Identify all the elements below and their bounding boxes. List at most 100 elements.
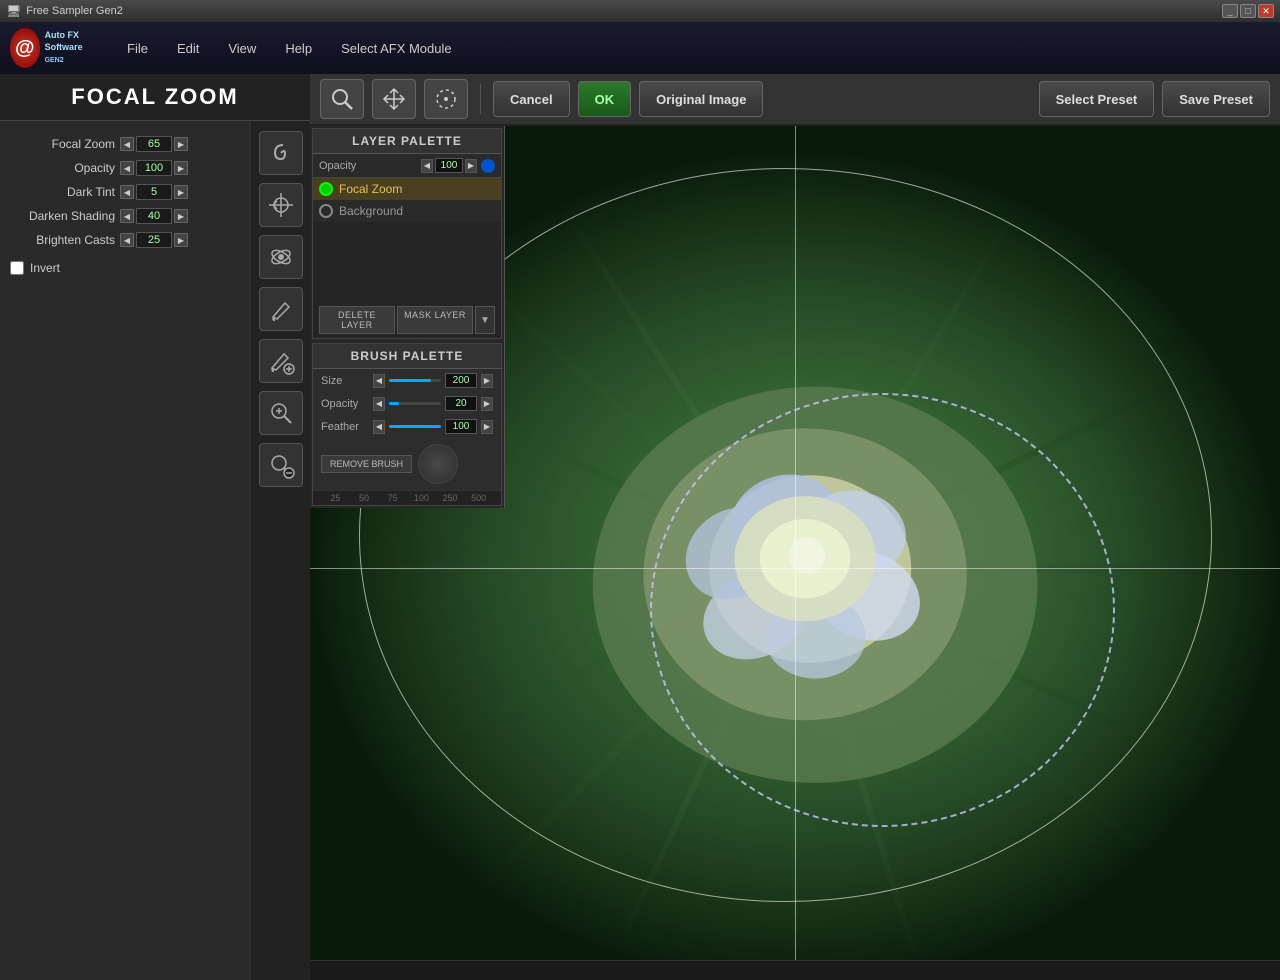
brush-size-increment[interactable]: ▶ (481, 374, 493, 388)
menu-file[interactable]: File (115, 36, 160, 61)
opacity-ctrl: ◀ 100 ▶ (120, 160, 188, 176)
remove-brush-row: REMOVE BRUSH (313, 438, 501, 490)
opacity-label: Opacity (10, 161, 115, 175)
focal-zoom-value: 65 (136, 136, 172, 152)
delete-layer-button[interactable]: DELETE LAYER (319, 306, 395, 334)
select-preset-button[interactable]: Select Preset (1039, 81, 1155, 117)
layer-opacity-ctrl: ◀ 100 ▶ (421, 158, 495, 173)
brush-size-label: Size (321, 375, 369, 387)
remove-brush-button[interactable]: REMOVE BRUSH (321, 455, 412, 473)
dark-tint-increment[interactable]: ▶ (174, 185, 188, 199)
save-preset-button[interactable]: Save Preset (1162, 81, 1270, 117)
menu-help[interactable]: Help (273, 36, 324, 61)
brush-feather-increment[interactable]: ▶ (481, 420, 493, 434)
brush-feather-decrement[interactable]: ◀ (373, 420, 385, 434)
dark-tint-decrement[interactable]: ◀ (120, 185, 134, 199)
focal-zoom-increment[interactable]: ▶ (174, 137, 188, 151)
cancel-button[interactable]: Cancel (493, 81, 570, 117)
brighten-casts-value: 25 (136, 232, 172, 248)
layer-opacity-decrement[interactable]: ◀ (421, 159, 433, 173)
opacity-value: 100 (136, 160, 172, 176)
brush-scale: 25 50 75 100 250 500 (313, 490, 501, 505)
darken-shading-increment[interactable]: ▶ (174, 209, 188, 223)
title-left: 🖥 Free Sampler Gen2 (6, 4, 123, 18)
layer-opacity-value: 100 (435, 158, 463, 173)
minimize-button[interactable]: _ (1222, 4, 1238, 18)
maximize-button[interactable]: □ (1240, 4, 1256, 18)
gyro-tool-button[interactable] (259, 235, 303, 279)
layer-focal-zoom-name: Focal Zoom (339, 182, 402, 196)
tool-title: FOCAL ZOOM (0, 74, 310, 121)
main: FOCAL ZOOM Focal Zoom ◀ 65 ▶ Opacity ◀ (0, 74, 1280, 980)
right-area: Cancel OK Original Image Select Preset S… (310, 74, 1280, 980)
ok-button[interactable]: OK (578, 81, 632, 117)
scale-250: 250 (436, 493, 465, 503)
zoom-mode-button[interactable] (320, 79, 364, 119)
pan-mode-button[interactable] (372, 79, 416, 119)
brush-tool-button[interactable] (259, 287, 303, 331)
layer-active-indicator (319, 182, 333, 196)
brighten-casts-increment[interactable]: ▶ (174, 233, 188, 247)
original-image-button[interactable]: Original Image (639, 81, 763, 117)
select-mode-button[interactable] (424, 79, 468, 119)
magnify-subtract-button[interactable] (259, 443, 303, 487)
close-button[interactable]: ✕ (1258, 4, 1274, 18)
layer-opacity-sync[interactable] (481, 159, 495, 173)
invert-row: Invert (10, 256, 240, 275)
window-buttons: _ □ ✕ (1222, 4, 1274, 18)
toolbar-separator (480, 84, 481, 114)
brush-feather-row: Feather ◀ 100 ▶ (313, 415, 501, 438)
brush-size-track[interactable] (389, 379, 441, 382)
menu-items: File Edit View Help Select AFX Module (115, 36, 1270, 61)
brighten-casts-decrement[interactable]: ◀ (120, 233, 134, 247)
brush-opacity-increment[interactable]: ▶ (481, 397, 493, 411)
brighten-casts-row: Brighten Casts ◀ 25 ▶ (10, 232, 240, 248)
darken-shading-label: Darken Shading (10, 209, 115, 223)
darken-shading-ctrl: ◀ 40 ▶ (120, 208, 188, 224)
logo-icon: @ (10, 28, 40, 68)
left-inner: Focal Zoom ◀ 65 ▶ Opacity ◀ 100 ▶ (0, 121, 310, 980)
spiral-tool-button[interactable] (259, 131, 303, 175)
brush-opacity-track[interactable] (389, 402, 441, 405)
brush-feather-track[interactable] (389, 425, 441, 428)
focal-zoom-decrement[interactable]: ◀ (120, 137, 134, 151)
layer-item-focal-zoom[interactable]: Focal Zoom (313, 178, 501, 200)
brush-opacity-decrement[interactable]: ◀ (373, 397, 385, 411)
layer-opacity-row: Opacity ◀ 100 ▶ (313, 154, 501, 178)
opacity-increment[interactable]: ▶ (174, 161, 188, 175)
brush-add-tool-button[interactable] (259, 339, 303, 383)
magnify-tool-button[interactable] (259, 391, 303, 435)
darken-shading-row: Darken Shading ◀ 40 ▶ (10, 208, 240, 224)
invert-label: Invert (30, 261, 60, 275)
opacity-decrement[interactable]: ◀ (120, 161, 134, 175)
menu-view[interactable]: View (216, 36, 268, 61)
darken-shading-decrement[interactable]: ◀ (120, 209, 134, 223)
logo: @ Auto FX Software GEN2 (10, 26, 100, 70)
mask-layer-button[interactable]: MASK LAYER (397, 306, 473, 334)
brush-feather-value: 100 (445, 419, 477, 434)
brush-size-row: Size ◀ 200 ▶ (313, 369, 501, 392)
crosshair-tool-button[interactable] (259, 183, 303, 227)
brush-opacity-label: Opacity (321, 398, 369, 410)
layer-item-background[interactable]: Background (313, 200, 501, 222)
menu-edit[interactable]: Edit (165, 36, 211, 61)
scale-50: 50 (350, 493, 379, 503)
invert-checkbox[interactable] (10, 261, 24, 275)
opacity-row: Opacity ◀ 100 ▶ (10, 160, 240, 176)
titlebar: 🖥 Free Sampler Gen2 _ □ ✕ (0, 0, 1280, 22)
canvas-area[interactable]: LAYER PALETTE Opacity ◀ 100 ▶ Focal Zoom (310, 126, 1280, 960)
layer-action-arrow[interactable]: ▼ (475, 306, 495, 334)
right-panels: LAYER PALETTE Opacity ◀ 100 ▶ Focal Zoom (310, 126, 505, 508)
layer-opacity-increment[interactable]: ▶ (465, 159, 477, 173)
brush-feather-label: Feather (321, 421, 369, 433)
brush-palette-title: BRUSH PALETTE (313, 344, 501, 369)
brush-feather-fill (389, 425, 441, 428)
brush-opacity-row: Opacity ◀ 20 ▶ (313, 392, 501, 415)
focal-zoom-row: Focal Zoom ◀ 65 ▶ (10, 136, 240, 152)
darken-shading-value: 40 (136, 208, 172, 224)
brush-size-decrement[interactable]: ◀ (373, 374, 385, 388)
layer-palette: LAYER PALETTE Opacity ◀ 100 ▶ Focal Zoom (312, 128, 502, 339)
menu-select-afx-module[interactable]: Select AFX Module (329, 36, 464, 61)
brighten-casts-ctrl: ◀ 25 ▶ (120, 232, 188, 248)
brush-palette: BRUSH PALETTE Size ◀ 200 ▶ Opacity ◀ (312, 343, 502, 506)
